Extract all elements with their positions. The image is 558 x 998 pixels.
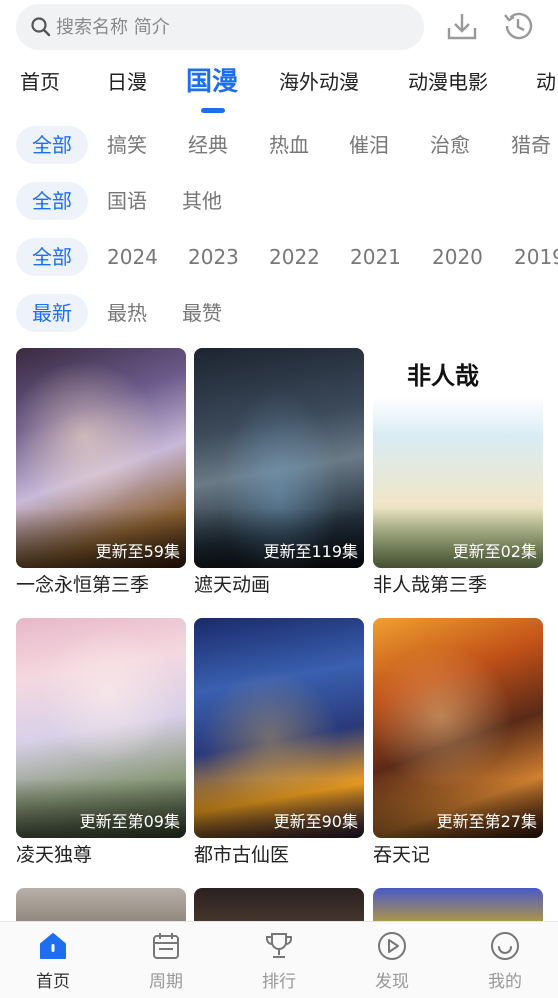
poster[interactable]: 非人哉 更新至02集 (373, 348, 543, 568)
episode-badge: 更新至第09集 (79, 812, 180, 831)
search-box[interactable] (16, 4, 424, 50)
anime-card[interactable]: 更新至第27集 吞天记 (373, 618, 543, 868)
sort-chip[interactable]: 最热 (91, 294, 163, 332)
top-bar (0, 0, 558, 56)
year-chip[interactable]: 2021 (334, 238, 417, 276)
tab-anime-movies[interactable]: 动漫电影 (408, 56, 488, 108)
bottom-tab-label: 发现 (375, 972, 409, 992)
poster[interactable]: 更新至119集 (194, 348, 364, 568)
year-chip-all[interactable]: 全部 (16, 238, 88, 276)
history-icon[interactable] (500, 8, 536, 44)
anime-card[interactable]: 更新至90集 都市古仙医 (194, 618, 364, 868)
calendar-icon (150, 930, 182, 962)
smile-icon (489, 930, 521, 962)
anime-card[interactable]: 更新至119集 遮天动画 (194, 348, 364, 598)
tab-japanese-anime[interactable]: 日漫 (107, 56, 147, 108)
year-chip[interactable]: 2019 (498, 238, 558, 276)
anime-card[interactable]: 更新至59集 一念永恒第三季 (16, 348, 186, 598)
play-circle-icon (376, 930, 408, 962)
genre-chip-all[interactable]: 全部 (16, 126, 88, 164)
genre-chip[interactable]: 猎奇 (495, 126, 558, 164)
active-tab-indicator (201, 108, 225, 113)
home-icon (37, 930, 69, 962)
tab-chinese-anime[interactable]: 国漫 (186, 56, 238, 108)
sort-chip[interactable]: 最赞 (166, 294, 238, 332)
trophy-icon (263, 930, 295, 962)
poster[interactable]: 更新至59集 (16, 348, 186, 568)
category-tabs: 首页 日漫 国漫 海外动漫 动漫电影 动 (0, 56, 558, 116)
language-chip[interactable]: 国语 (91, 182, 163, 220)
bottom-nav: 首页 周期 排行 发现 我的 (0, 921, 558, 998)
bottom-tab-ranking[interactable]: 排行 (239, 930, 319, 992)
tab-home[interactable]: 首页 (20, 56, 60, 108)
bottom-tab-home[interactable]: 首页 (13, 930, 93, 992)
genre-chip[interactable]: 经典 (172, 126, 244, 164)
anime-title: 吞天记 (373, 844, 431, 866)
year-chip[interactable]: 2023 (172, 238, 255, 276)
language-chip[interactable]: 其他 (166, 182, 238, 220)
poster[interactable]: 更新至第27集 (373, 618, 543, 838)
poster[interactable]: 更新至90集 (194, 618, 364, 838)
episode-badge: 更新至02集 (452, 542, 537, 561)
anime-title: 凌天独尊 (16, 844, 93, 866)
episode-badge: 更新至119集 (263, 542, 358, 561)
anime-card[interactable]: 更新至第09集 凌天独尊 (16, 618, 186, 868)
bottom-tab-label: 我的 (488, 972, 522, 992)
genre-filter-row: 全部 搞笑 经典 热血 催泪 治愈 猎奇 (0, 126, 558, 166)
year-chip[interactable]: 2020 (416, 238, 499, 276)
year-filter-row: 全部 2024 2023 2022 2021 2020 2019 (0, 238, 558, 278)
episode-badge: 更新至第27集 (436, 812, 537, 831)
language-chip-all[interactable]: 全部 (16, 182, 88, 220)
search-input[interactable] (56, 16, 396, 38)
download-icon[interactable] (444, 8, 480, 44)
bottom-tab-schedule[interactable]: 周期 (126, 930, 206, 992)
anime-title: 都市古仙医 (194, 844, 290, 866)
episode-badge: 更新至90集 (273, 812, 358, 831)
poster-logo-text: 非人哉 (407, 362, 479, 390)
bottom-tab-label: 周期 (149, 972, 183, 992)
tab-more[interactable]: 动 (536, 56, 556, 108)
genre-chip[interactable]: 治愈 (414, 126, 486, 164)
sort-chip-latest[interactable]: 最新 (16, 294, 88, 332)
sort-filter-row: 最新 最热 最赞 (0, 294, 558, 334)
language-filter-row: 全部 国语 其他 (0, 182, 558, 222)
year-chip[interactable]: 2022 (253, 238, 336, 276)
year-chip[interactable]: 2024 (91, 238, 174, 276)
tab-overseas-anime[interactable]: 海外动漫 (279, 56, 359, 108)
bottom-tab-discover[interactable]: 发现 (352, 930, 432, 992)
genre-chip[interactable]: 热血 (253, 126, 325, 164)
genre-chip[interactable]: 搞笑 (91, 126, 163, 164)
anime-card[interactable]: 非人哉 更新至02集 非人哉第三季 (373, 348, 543, 598)
anime-title: 一念永恒第三季 (16, 574, 150, 596)
anime-title: 遮天动画 (194, 574, 271, 596)
poster[interactable]: 更新至第09集 (16, 618, 186, 838)
bottom-tab-label: 排行 (262, 972, 296, 992)
bottom-tab-label: 首页 (36, 972, 70, 992)
search-icon (30, 16, 52, 38)
genre-chip[interactable]: 催泪 (333, 126, 405, 164)
episode-badge: 更新至59集 (95, 542, 180, 561)
anime-title: 非人哉第三季 (373, 574, 488, 596)
bottom-tab-profile[interactable]: 我的 (465, 930, 545, 992)
